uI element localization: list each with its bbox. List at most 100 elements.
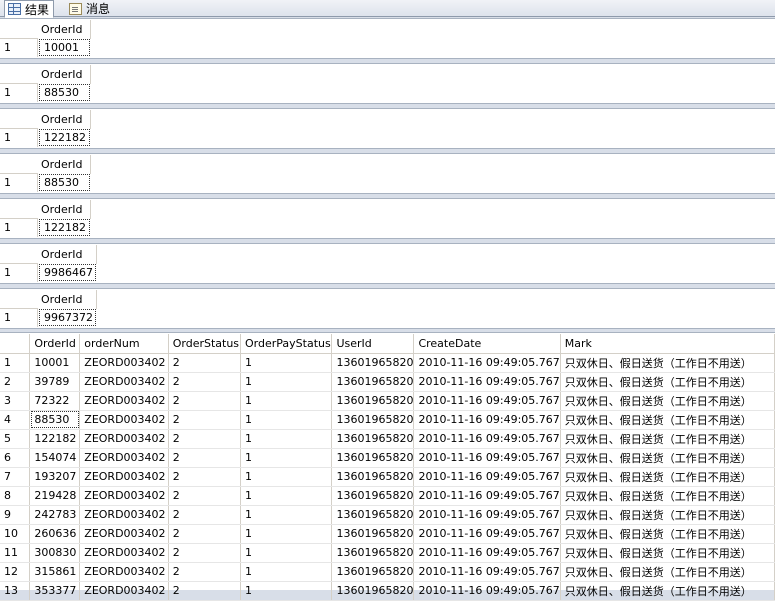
orderstatus-cell[interactable]: 2 bbox=[168, 543, 242, 563]
userid-cell[interactable]: 13601965820 bbox=[331, 562, 415, 582]
createdate-cell[interactable]: 2010-11-16 09:49:05.767 bbox=[413, 467, 561, 487]
ordernum-cell[interactable]: ZEORD003402 bbox=[79, 581, 169, 601]
createdate-cell[interactable]: 2010-11-16 09:49:05.767 bbox=[413, 505, 561, 525]
orderid-cell[interactable]: 122182 bbox=[38, 218, 91, 237]
userid-cell[interactable]: 13601965820 bbox=[331, 543, 415, 563]
row-number[interactable]: 1 bbox=[0, 83, 38, 102]
row-number[interactable]: 3 bbox=[0, 391, 31, 411]
createdate-cell[interactable]: 2010-11-16 09:49:05.767 bbox=[413, 410, 561, 430]
orderpaystatus-cell[interactable]: 1 bbox=[240, 467, 333, 487]
table-row[interactable]: 13 353377 ZEORD003402 2 1 13601965820 2010-11-… bbox=[0, 581, 775, 601]
result-pane-2[interactable]: OrderId 1 88530 bbox=[0, 63, 775, 104]
orderpaystatus-cell[interactable]: 1 bbox=[240, 429, 333, 449]
tab-messages[interactable]: 消息 bbox=[66, 0, 114, 17]
userid-cell[interactable]: 13601965820 bbox=[331, 429, 415, 449]
column-header-orderid[interactable]: OrderId bbox=[38, 245, 97, 264]
column-header-userid[interactable]: UserId bbox=[331, 334, 415, 354]
createdate-cell[interactable]: 2010-11-16 09:49:05.767 bbox=[413, 429, 561, 449]
ordernum-cell[interactable]: ZEORD003402 bbox=[79, 562, 169, 582]
table-row[interactable]: 4 88530 ZEORD003402 2 1 13601965820 2010-11-16… bbox=[0, 410, 775, 430]
table-row[interactable]: 5 122182 ZEORD003402 2 1 13601965820 2010-11-1… bbox=[0, 429, 775, 449]
mark-cell[interactable]: 只双休日、假日送货（工作日不用送） bbox=[560, 486, 775, 506]
column-header-orderid[interactable]: OrderId bbox=[38, 290, 97, 309]
orderid-cell[interactable]: 122182 bbox=[38, 128, 91, 147]
mark-cell[interactable]: 只双休日、假日送货（工作日不用送） bbox=[560, 581, 775, 601]
row-number[interactable]: 1 bbox=[0, 38, 38, 57]
mark-cell[interactable]: 只双休日、假日送货（工作日不用送） bbox=[560, 505, 775, 525]
orderstatus-cell[interactable]: 2 bbox=[168, 448, 242, 468]
orderid-cell[interactable]: 9986467 bbox=[38, 263, 97, 282]
result-pane-1[interactable]: OrderId 1 10001 bbox=[0, 18, 775, 59]
column-header-orderstatus[interactable]: OrderStatus bbox=[168, 334, 242, 354]
table-row[interactable]: 7 193207 ZEORD003402 2 1 13601965820 2010-11-1… bbox=[0, 467, 775, 487]
result-pane-7[interactable]: OrderId 1 9967372 bbox=[0, 288, 775, 329]
column-header-orderid[interactable]: OrderId bbox=[38, 20, 91, 39]
orderid-cell[interactable]: 39789 bbox=[29, 372, 81, 392]
orderid-cell[interactable]: 315861 bbox=[29, 562, 81, 582]
orderid-cell[interactable]: 219428 bbox=[29, 486, 81, 506]
orderstatus-cell[interactable]: 2 bbox=[168, 391, 242, 411]
mark-cell[interactable]: 只双休日、假日送货（工作日不用送） bbox=[560, 372, 775, 392]
createdate-cell[interactable]: 2010-11-16 09:49:05.767 bbox=[413, 543, 561, 563]
orderpaystatus-cell[interactable]: 1 bbox=[240, 372, 333, 392]
mark-cell[interactable]: 只双休日、假日送货（工作日不用送） bbox=[560, 391, 775, 411]
row-number[interactable]: 8 bbox=[0, 486, 31, 506]
orderpaystatus-cell[interactable]: 1 bbox=[240, 524, 333, 544]
ordernum-cell[interactable]: ZEORD003402 bbox=[79, 353, 169, 373]
createdate-cell[interactable]: 2010-11-16 09:49:05.767 bbox=[413, 486, 561, 506]
userid-cell[interactable]: 13601965820 bbox=[331, 505, 415, 525]
userid-cell[interactable]: 13601965820 bbox=[331, 410, 415, 430]
userid-cell[interactable]: 13601965820 bbox=[331, 581, 415, 601]
row-number[interactable]: 5 bbox=[0, 429, 31, 449]
column-header-ordernum[interactable]: orderNum bbox=[79, 334, 169, 354]
createdate-cell[interactable]: 2010-11-16 09:49:05.767 bbox=[413, 391, 561, 411]
userid-cell[interactable]: 13601965820 bbox=[331, 467, 415, 487]
orderpaystatus-cell[interactable]: 1 bbox=[240, 448, 333, 468]
table-row[interactable]: 8 219428 ZEORD003402 2 1 13601965820 2010-11-1… bbox=[0, 486, 775, 506]
orderid-cell[interactable]: 260636 bbox=[29, 524, 81, 544]
userid-cell[interactable]: 13601965820 bbox=[331, 372, 415, 392]
row-number[interactable]: 1 bbox=[0, 353, 31, 373]
mark-cell[interactable]: 只双休日、假日送货（工作日不用送） bbox=[560, 543, 775, 563]
orderid-cell[interactable]: 88530 bbox=[29, 410, 81, 430]
userid-cell[interactable]: 13601965820 bbox=[331, 486, 415, 506]
row-number-header[interactable] bbox=[0, 334, 31, 354]
row-number[interactable]: 4 bbox=[0, 410, 31, 430]
orderpaystatus-cell[interactable]: 1 bbox=[240, 543, 333, 563]
column-header-mark[interactable]: Mark bbox=[560, 334, 775, 354]
ordernum-cell[interactable]: ZEORD003402 bbox=[79, 486, 169, 506]
userid-cell[interactable]: 13601965820 bbox=[331, 448, 415, 468]
table-row[interactable]: 10 260636 ZEORD003402 2 1 13601965820 2010-11-… bbox=[0, 524, 775, 544]
column-header-orderid[interactable]: OrderId bbox=[38, 65, 91, 84]
table-row[interactable]: 6 154074 ZEORD003402 2 1 13601965820 2010-11-1… bbox=[0, 448, 775, 468]
orderstatus-cell[interactable]: 2 bbox=[168, 467, 242, 487]
ordernum-cell[interactable]: ZEORD003402 bbox=[79, 524, 169, 544]
orderid-cell[interactable]: 10001 bbox=[29, 353, 81, 373]
orderid-cell[interactable]: 9967372 bbox=[38, 308, 97, 327]
result-grid-orders[interactable]: OrderId orderNum OrderStatus OrderPaySta… bbox=[0, 332, 775, 601]
ordernum-cell[interactable]: ZEORD003402 bbox=[79, 429, 169, 449]
result-pane-6[interactable]: OrderId 1 9986467 bbox=[0, 243, 775, 284]
orderid-cell[interactable]: 193207 bbox=[29, 467, 81, 487]
row-number[interactable]: 2 bbox=[0, 372, 31, 392]
orderstatus-cell[interactable]: 2 bbox=[168, 372, 242, 392]
column-header-orderid[interactable]: OrderId bbox=[38, 200, 91, 219]
createdate-cell[interactable]: 2010-11-16 09:49:05.767 bbox=[413, 353, 561, 373]
mark-cell[interactable]: 只双休日、假日送货（工作日不用送） bbox=[560, 410, 775, 430]
createdate-cell[interactable]: 2010-11-16 09:49:05.767 bbox=[413, 562, 561, 582]
row-number[interactable]: 1 bbox=[0, 218, 38, 237]
column-header-orderid[interactable]: OrderId bbox=[29, 334, 81, 354]
row-number[interactable]: 10 bbox=[0, 524, 31, 544]
mark-cell[interactable]: 只双休日、假日送货（工作日不用送） bbox=[560, 467, 775, 487]
row-number[interactable]: 1 bbox=[0, 173, 38, 192]
row-number[interactable]: 1 bbox=[0, 263, 38, 282]
orderstatus-cell[interactable]: 2 bbox=[168, 524, 242, 544]
orderid-cell[interactable]: 154074 bbox=[29, 448, 81, 468]
table-row[interactable]: 3 72322 ZEORD003402 2 1 13601965820 2010-11-16… bbox=[0, 391, 775, 411]
column-header-orderid[interactable]: OrderId bbox=[38, 110, 91, 129]
column-header-createdate[interactable]: CreateDate bbox=[413, 334, 561, 354]
table-row[interactable]: 12 315861 ZEORD003402 2 1 13601965820 2010-11-… bbox=[0, 562, 775, 582]
row-number[interactable]: 1 bbox=[0, 128, 38, 147]
orderid-cell[interactable]: 10001 bbox=[38, 38, 91, 57]
table-row[interactable]: 1 10001 ZEORD003402 2 1 13601965820 2010-11-16… bbox=[0, 353, 775, 373]
